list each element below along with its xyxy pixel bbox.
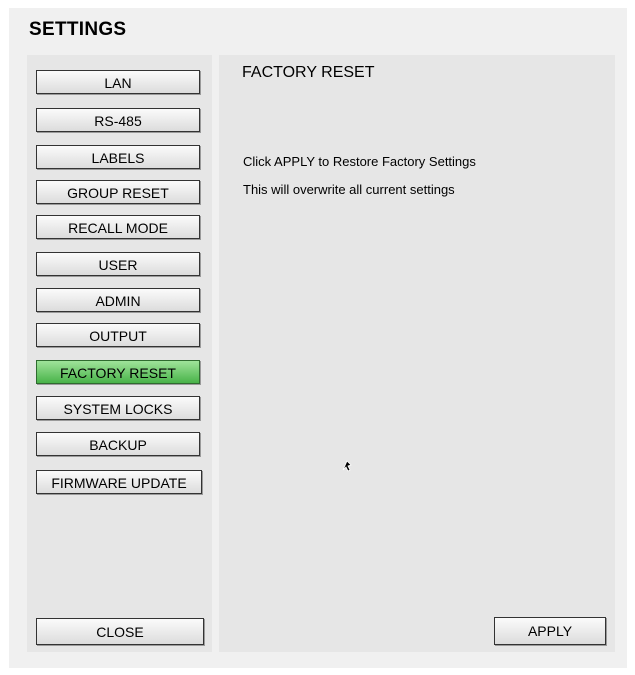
sidebar-item-recall-mode[interactable]: RECALL MODE bbox=[36, 215, 200, 239]
sidebar-item-labels[interactable]: LABELS bbox=[36, 145, 200, 169]
mouse-cursor-icon bbox=[342, 460, 352, 472]
sidebar-item-firmware-update[interactable]: FIRMWARE UPDATE bbox=[36, 470, 202, 494]
close-button[interactable]: CLOSE bbox=[36, 618, 204, 645]
warning-text: This will overwrite all current settings bbox=[243, 182, 455, 197]
sidebar-item-lan[interactable]: LAN bbox=[36, 70, 200, 94]
sidebar-item-system-locks[interactable]: SYSTEM LOCKS bbox=[36, 396, 200, 420]
sidebar-item-backup[interactable]: BACKUP bbox=[36, 432, 200, 456]
sidebar-item-user[interactable]: USER bbox=[36, 252, 200, 276]
section-title: FACTORY RESET bbox=[242, 64, 375, 81]
instruction-text: Click APPLY to Restore Factory Settings bbox=[243, 154, 476, 169]
sidebar-item-output[interactable]: OUTPUT bbox=[36, 323, 200, 347]
settings-content-panel bbox=[219, 55, 615, 652]
apply-button[interactable]: APPLY bbox=[494, 617, 606, 645]
sidebar-item-admin[interactable]: ADMIN bbox=[36, 288, 200, 312]
sidebar-item-group-reset[interactable]: GROUP RESET bbox=[36, 180, 200, 204]
sidebar-item-factory-reset[interactable]: FACTORY RESET bbox=[36, 360, 200, 384]
window-title: SETTINGS bbox=[29, 19, 127, 40]
sidebar-item-rs-485[interactable]: RS-485 bbox=[36, 108, 200, 132]
